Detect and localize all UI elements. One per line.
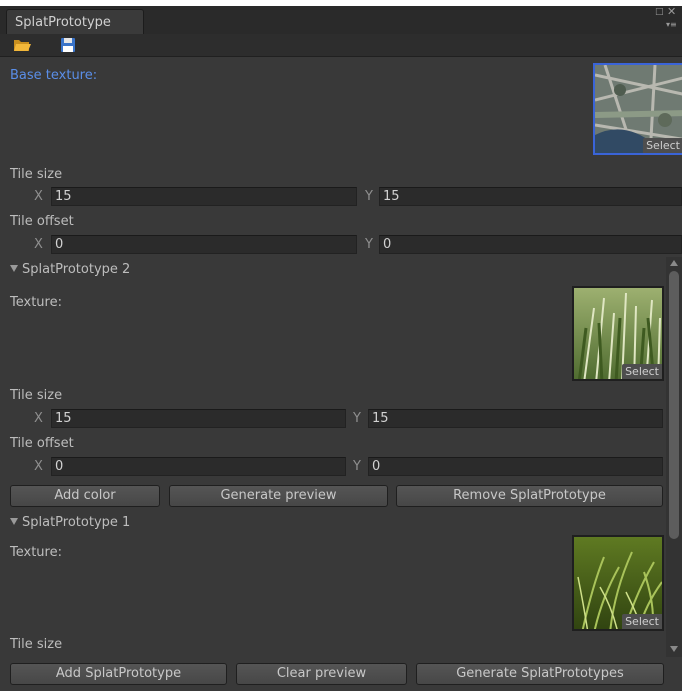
- splat-prototype-2-title: SplatPrototype 2: [22, 262, 131, 277]
- foldout-splat-prototype-1[interactable]: SplatPrototype 1: [10, 515, 130, 530]
- splat-prototype-2-texture-slot[interactable]: Select: [572, 286, 664, 381]
- tab-splat-prototype[interactable]: SplatPrototype: [6, 9, 144, 34]
- splat-prototype-1-texture-slot[interactable]: Select: [572, 535, 664, 631]
- tab-label: SplatPrototype: [15, 15, 111, 30]
- add-color-button[interactable]: Add color: [10, 485, 160, 507]
- generate-preview-button[interactable]: Generate preview: [169, 485, 388, 507]
- base-tile-offset-label: Tile offset: [10, 214, 74, 229]
- splat-prototype-1-select-button[interactable]: Select: [622, 614, 662, 629]
- base-tile-size-y-label: Y: [365, 189, 373, 204]
- splat-prototype-2-tile-size-label: Tile size: [10, 388, 63, 403]
- foldout-triangle-icon: [10, 518, 18, 525]
- clear-preview-button[interactable]: Clear preview: [236, 663, 407, 685]
- splat-prototype-window: SplatPrototype □ ✕ ▾≡ Base texture: Sele…: [0, 6, 682, 691]
- base-texture-label: Base texture:: [10, 68, 98, 83]
- splat-prototype-2-texture-label: Texture:: [10, 295, 62, 310]
- save-button[interactable]: [56, 36, 80, 54]
- splat-prototype-2-tile-size-x-field[interactable]: 15: [51, 409, 346, 428]
- foldout-splat-prototype-2[interactable]: SplatPrototype 2: [10, 262, 130, 277]
- inspector-content: Base texture: Select Tile size X 15 Y 15…: [0, 57, 682, 657]
- splat-prototype-2-tile-offset-x-label: X: [34, 459, 43, 474]
- splat-prototype-2-tile-size-x-label: X: [34, 411, 43, 426]
- splat-prototype-1-title: SplatPrototype 1: [22, 515, 131, 530]
- base-texture-slot[interactable]: Select: [593, 63, 682, 155]
- base-tile-size-label: Tile size: [10, 167, 63, 182]
- base-tile-offset-x-label: X: [34, 237, 43, 252]
- bottom-action-bar: Add SplatPrototype Clear preview Generat…: [0, 657, 682, 691]
- base-tile-offset-y-field[interactable]: 0: [379, 235, 682, 254]
- splat-prototype-1-tile-size-label: Tile size: [10, 637, 63, 652]
- splat-prototype-2-tile-size-y-label: Y: [353, 411, 361, 426]
- add-splat-prototype-button[interactable]: Add SplatPrototype: [10, 663, 227, 685]
- scroll-up-arrow-icon[interactable]: [670, 260, 678, 266]
- base-tile-offset-y-label: Y: [365, 237, 373, 252]
- foldout-triangle-icon: [10, 265, 18, 272]
- splat-prototype-1-texture-label: Texture:: [10, 545, 62, 560]
- base-tile-size-y-field[interactable]: 15: [379, 187, 682, 206]
- close-icon[interactable]: ✕: [667, 6, 676, 17]
- folder-open-icon: [14, 40, 31, 51]
- scroll-down-arrow-icon[interactable]: [670, 646, 678, 652]
- splat-prototype-2-select-button[interactable]: Select: [622, 364, 662, 379]
- floppy-disk-icon: [61, 38, 75, 52]
- panel-menu-icon[interactable]: ▾≡: [666, 20, 677, 29]
- base-tile-size-x-label: X: [34, 189, 43, 204]
- splat-prototype-2-tile-offset-label: Tile offset: [10, 436, 74, 451]
- scrollbar-thumb[interactable]: [669, 271, 679, 539]
- splat-prototype-2-tile-size-y-field[interactable]: 15: [368, 409, 663, 428]
- maximize-icon[interactable]: □: [655, 8, 664, 17]
- splat-prototype-2-tile-offset-y-label: Y: [353, 459, 361, 474]
- toolbar: [0, 34, 682, 57]
- splat-prototype-2-tile-offset-y-field[interactable]: 0: [368, 457, 663, 476]
- generate-splat-prototypes-button[interactable]: Generate SplatPrototypes: [416, 663, 664, 685]
- splat-prototype-2-tile-offset-x-field[interactable]: 0: [51, 457, 346, 476]
- base-tile-size-x-field[interactable]: 15: [51, 187, 357, 206]
- vertical-scrollbar[interactable]: [666, 257, 682, 657]
- remove-splat-prototype-button[interactable]: Remove SplatPrototype: [396, 485, 663, 507]
- base-tile-offset-x-field[interactable]: 0: [51, 235, 357, 254]
- base-texture-select-button[interactable]: Select: [643, 138, 682, 153]
- tab-bar: SplatPrototype □ ✕ ▾≡: [0, 6, 682, 34]
- open-button[interactable]: [10, 36, 34, 54]
